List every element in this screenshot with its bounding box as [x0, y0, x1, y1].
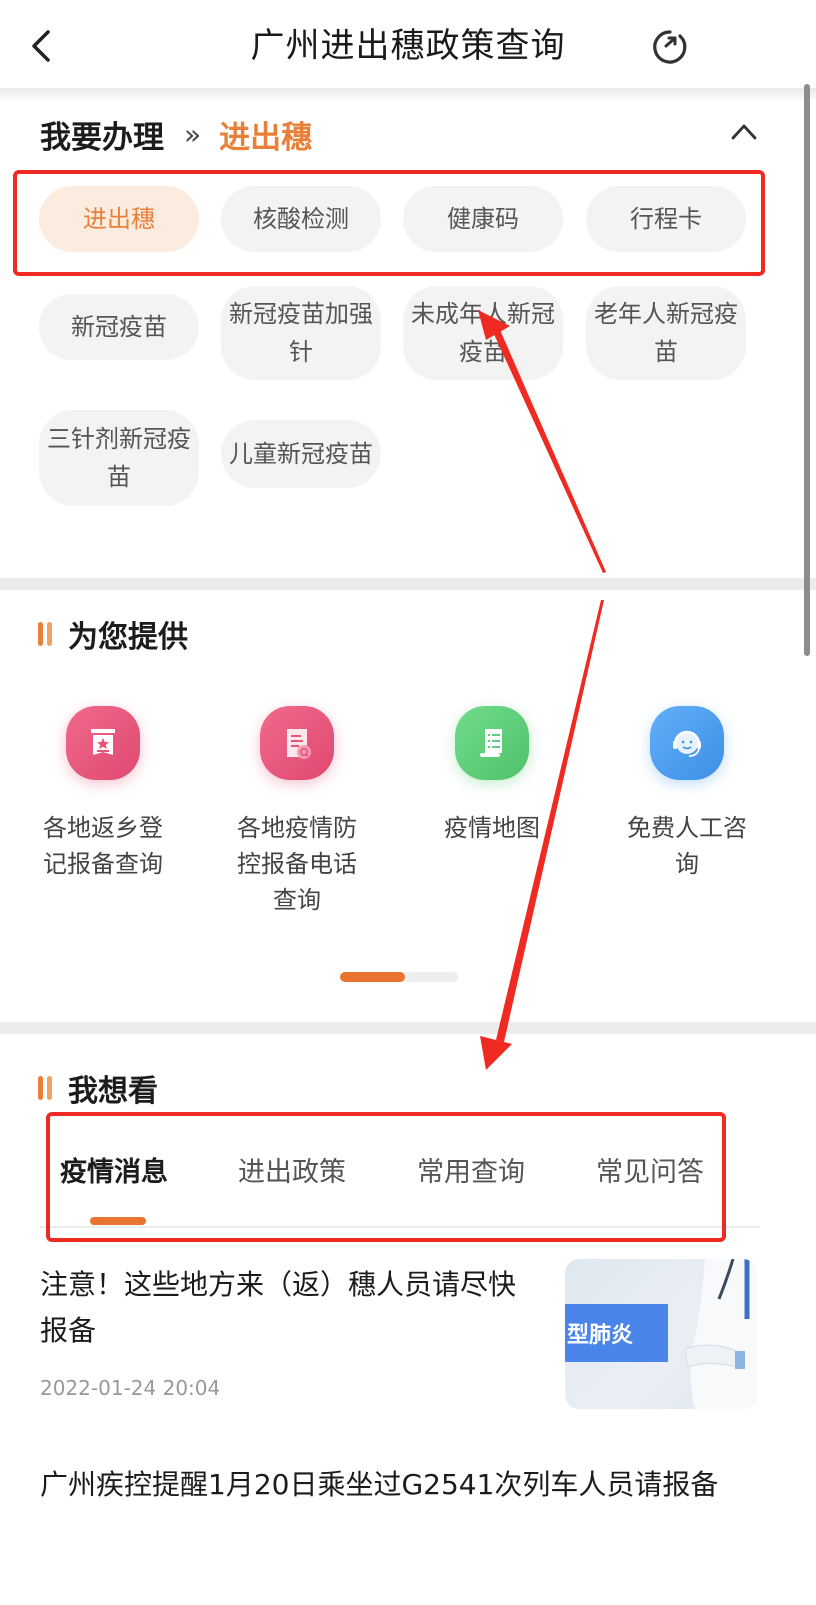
service-return-registration[interactable]: 各地返乡登记报备查询: [18, 706, 188, 882]
breadcrumb: 我要办理 » 进出穗: [40, 112, 312, 157]
news-thumbnail: 型肺炎: [565, 1259, 757, 1409]
page-title: 广州进出穗政策查询: [250, 26, 566, 66]
breadcrumb-root: 我要办理: [40, 120, 164, 156]
registration-icon: [66, 706, 140, 780]
news-title: 广州疾控提醒1月20日乘坐过G2541次列车人员请报备: [40, 1468, 719, 1501]
scrollbar[interactable]: [804, 84, 810, 656]
provide-title: 为您提供: [68, 620, 188, 655]
news-time: 2022-01-24 20:04: [40, 1376, 221, 1400]
service-hotline-query[interactable]: 各地疫情防控报备电话查询: [212, 706, 382, 918]
annotation-highlight-box: [13, 170, 765, 276]
chip-three-dose-vaccine[interactable]: 三针剂新冠疫苗: [39, 410, 199, 506]
breadcrumb-current: 进出穗: [219, 120, 313, 156]
double-chevron-icon: »: [184, 118, 202, 151]
section-marker-icon: [38, 1076, 52, 1100]
scroll-list-icon: [455, 706, 529, 780]
chip-children-vaccine[interactable]: 儿童新冠疫苗: [221, 420, 381, 488]
chip-booster-vaccine[interactable]: 新冠疫苗加强针: [221, 286, 381, 380]
provide-header: 为您提供: [38, 612, 188, 656]
chip-minor-vaccine[interactable]: 未成年人新冠疫苗: [403, 286, 563, 380]
carousel-pager: [340, 972, 458, 982]
annotation-highlight-box: [46, 1112, 726, 1242]
doctor-illustration-icon: [684, 1259, 757, 1409]
headset-agent-icon: [650, 706, 724, 780]
app-header: 广州进出穗政策查询: [0, 0, 816, 90]
section-divider: [0, 578, 816, 590]
refresh-button[interactable]: [650, 26, 690, 68]
document-search-icon: [260, 706, 334, 780]
service-free-consultation[interactable]: 免费人工咨询: [602, 706, 772, 882]
chip-elderly-vaccine[interactable]: 老年人新冠疫苗: [586, 286, 746, 380]
refresh-icon: [653, 30, 687, 64]
chip-covid-vaccine[interactable]: 新冠疫苗: [39, 294, 199, 360]
collapse-button[interactable]: [728, 120, 760, 144]
want-header: 我想看: [38, 1066, 158, 1110]
want-title: 我想看: [68, 1074, 158, 1109]
section-divider: [0, 1022, 816, 1034]
thumbnail-banner: 型肺炎: [565, 1304, 668, 1362]
news-title: 注意！这些地方来（返）穗人员请尽快报备: [40, 1268, 517, 1347]
service-epidemic-map[interactable]: 疫情地图: [407, 706, 577, 846]
chevron-up-icon: [731, 124, 757, 140]
pager-indicator: [340, 972, 405, 982]
section-marker-icon: [38, 622, 52, 646]
